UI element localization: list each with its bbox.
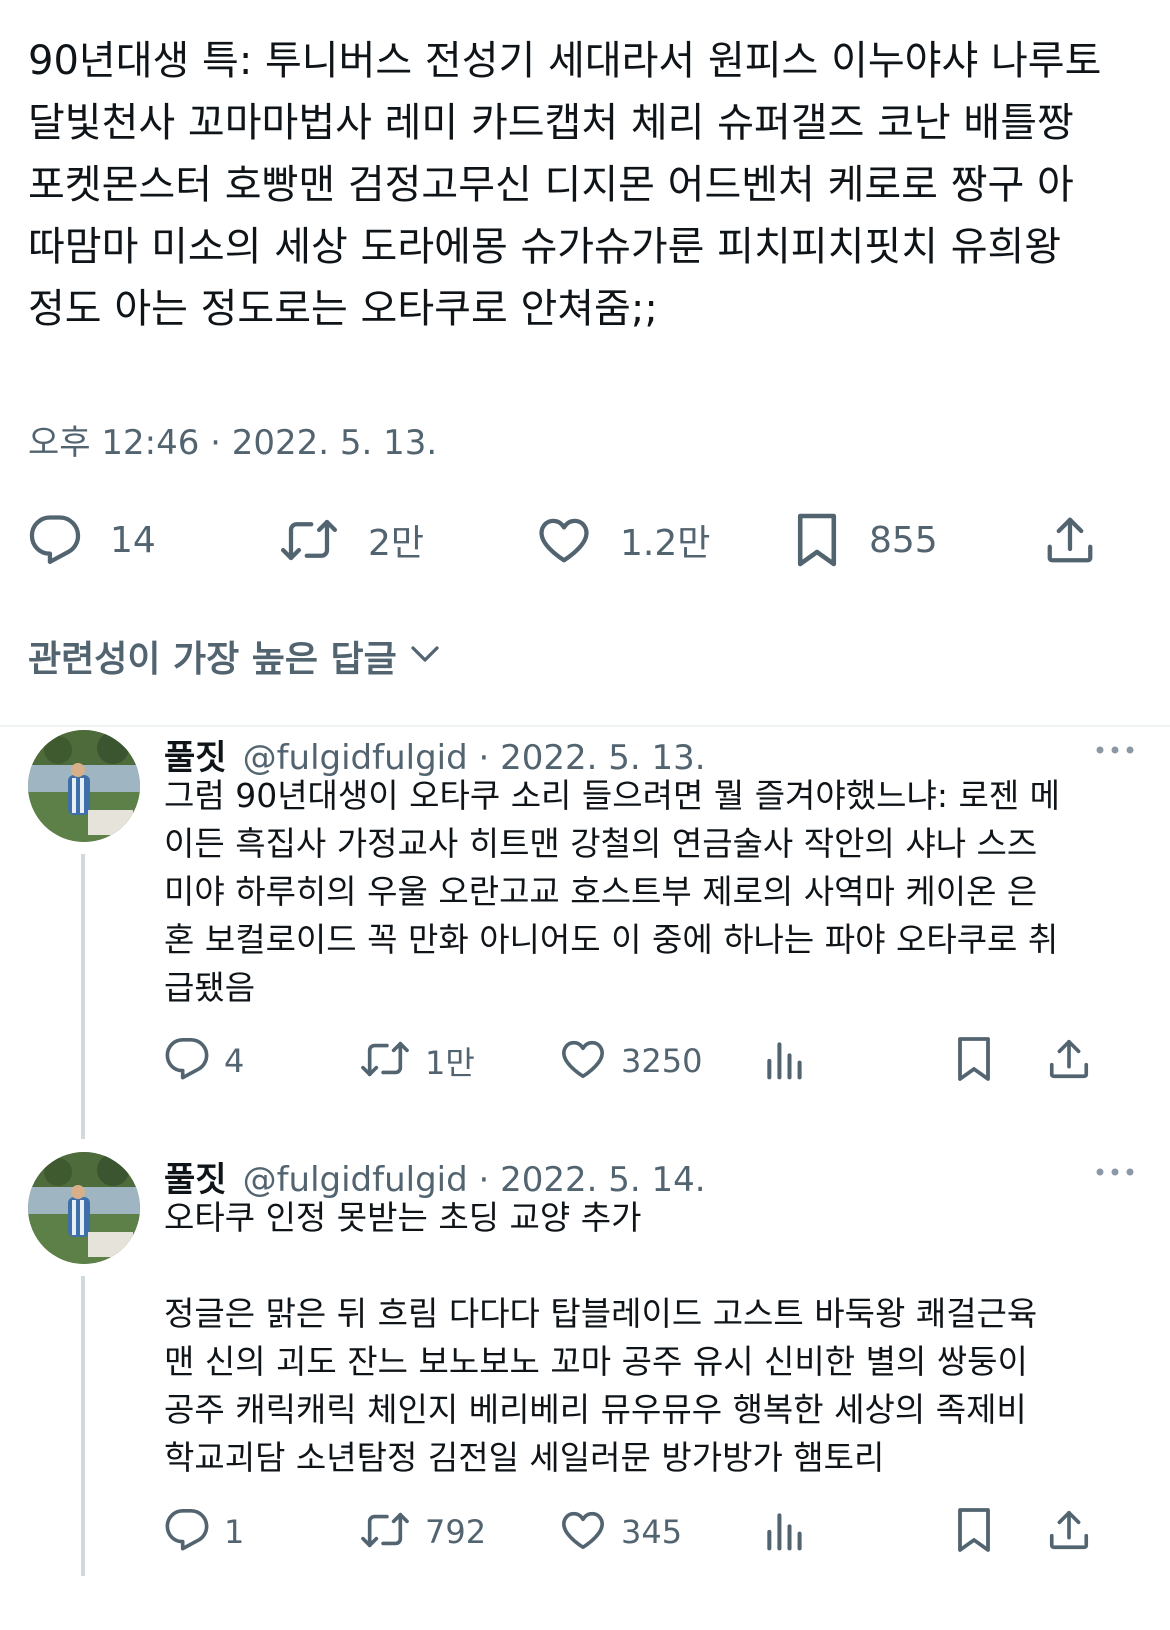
retweet-count: 2만 — [368, 523, 425, 564]
reply-count: 14 — [110, 519, 156, 561]
avatar[interactable] — [28, 730, 140, 842]
like-count: 345 — [621, 1513, 683, 1551]
main-tweet: 90년대생 특: 투니버스 전성기 세대라서 원피스 이누야샤 나루토 달빛천사… — [28, 30, 1148, 340]
retweet-count: 792 — [425, 1513, 487, 1551]
more-options-button[interactable] — [1090, 740, 1140, 770]
like-button[interactable]: 345 — [559, 1507, 682, 1557]
views-button[interactable] — [762, 1036, 806, 1086]
views-button[interactable] — [762, 1507, 806, 1557]
reply-button[interactable]: 1 — [164, 1507, 244, 1557]
reply-item[interactable]: 풀짓 @fulgidfulgid · 2022. 5. 14. 오타쿠 인정 못… — [0, 1150, 1170, 1630]
reply-button[interactable]: 4 — [164, 1036, 244, 1086]
speech-bubble-icon — [164, 1036, 210, 1086]
reply-sort-dropdown[interactable]: 관련성이 가장 높은 답글 — [28, 630, 443, 682]
ellipsis-icon — [1096, 746, 1134, 754]
like-count: 1.2만 — [620, 523, 711, 564]
share-button[interactable] — [1046, 1036, 1092, 1086]
reply-text: 오타쿠 인정 못받는 초딩 교양 추가 정글은 맑은 뒤 흐림 다다다 탑블레이… — [164, 1198, 1038, 1477]
speech-bubble-icon — [164, 1507, 210, 1557]
ellipsis-icon — [1096, 1168, 1134, 1176]
heart-icon — [536, 513, 592, 567]
reply-item[interactable]: 풀짓 @fulgidfulgid · 2022. 5. 13. 그럼 90년대생… — [0, 728, 1170, 1153]
section-divider — [0, 725, 1170, 727]
retweet-button[interactable]: 2만 — [278, 510, 424, 570]
thread-line — [81, 854, 85, 1139]
bookmark-icon — [793, 511, 841, 569]
bookmark-button[interactable]: 855 — [793, 510, 938, 570]
share-button[interactable] — [1043, 510, 1097, 570]
sort-label: 관련성이 가장 높은 답글 — [28, 639, 397, 680]
retweet-arrows-icon — [359, 1507, 411, 1557]
bookmark-count: 855 — [869, 519, 938, 561]
chevron-down-icon — [407, 636, 443, 676]
bookmark-button[interactable] — [954, 1036, 994, 1086]
retweet-arrows-icon — [278, 513, 340, 567]
heart-icon — [559, 1036, 607, 1086]
retweet-arrows-icon — [359, 1036, 411, 1086]
like-button[interactable]: 3250 — [559, 1036, 702, 1086]
like-button[interactable]: 1.2만 — [536, 510, 710, 570]
retweet-button[interactable]: 1만 — [359, 1036, 475, 1086]
like-count: 3250 — [621, 1042, 703, 1080]
tweet-timestamp[interactable]: 오후 12:46 · 2022. 5. 13. — [28, 415, 437, 464]
bookmark-button[interactable] — [954, 1507, 994, 1557]
tweet-action-bar: 14 2만 1.2만 855 — [28, 510, 1138, 570]
retweet-button[interactable]: 792 — [359, 1507, 486, 1557]
bar-chart-icon — [762, 1036, 806, 1086]
retweet-count: 1만 — [425, 1044, 475, 1082]
reply-button[interactable]: 14 — [28, 510, 156, 570]
avatar[interactable] — [28, 1152, 140, 1264]
reply-action-bar: 1 792 345 — [164, 1507, 1144, 1557]
reply-action-bar: 4 1만 3250 — [164, 1036, 1144, 1086]
thread-line — [81, 1276, 85, 1576]
bookmark-icon — [954, 1506, 994, 1558]
reply-count: 1 — [224, 1513, 245, 1551]
bar-chart-icon — [762, 1507, 806, 1557]
reply-text: 그럼 90년대생이 오타쿠 소리 들으려면 뭘 즐겨야했느냐: 로젠 메 이든 … — [164, 776, 1061, 1007]
more-options-button[interactable] — [1090, 1162, 1140, 1192]
share-upload-icon — [1046, 1507, 1092, 1557]
bookmark-icon — [954, 1035, 994, 1087]
heart-icon — [559, 1507, 607, 1557]
reply-count: 4 — [224, 1042, 245, 1080]
speech-bubble-icon — [28, 513, 82, 567]
share-upload-icon — [1043, 513, 1097, 567]
tweet-text: 90년대생 특: 투니버스 전성기 세대라서 원피스 이누야샤 나루토 달빛천사… — [28, 38, 1102, 332]
share-button[interactable] — [1046, 1507, 1092, 1557]
share-upload-icon — [1046, 1036, 1092, 1086]
